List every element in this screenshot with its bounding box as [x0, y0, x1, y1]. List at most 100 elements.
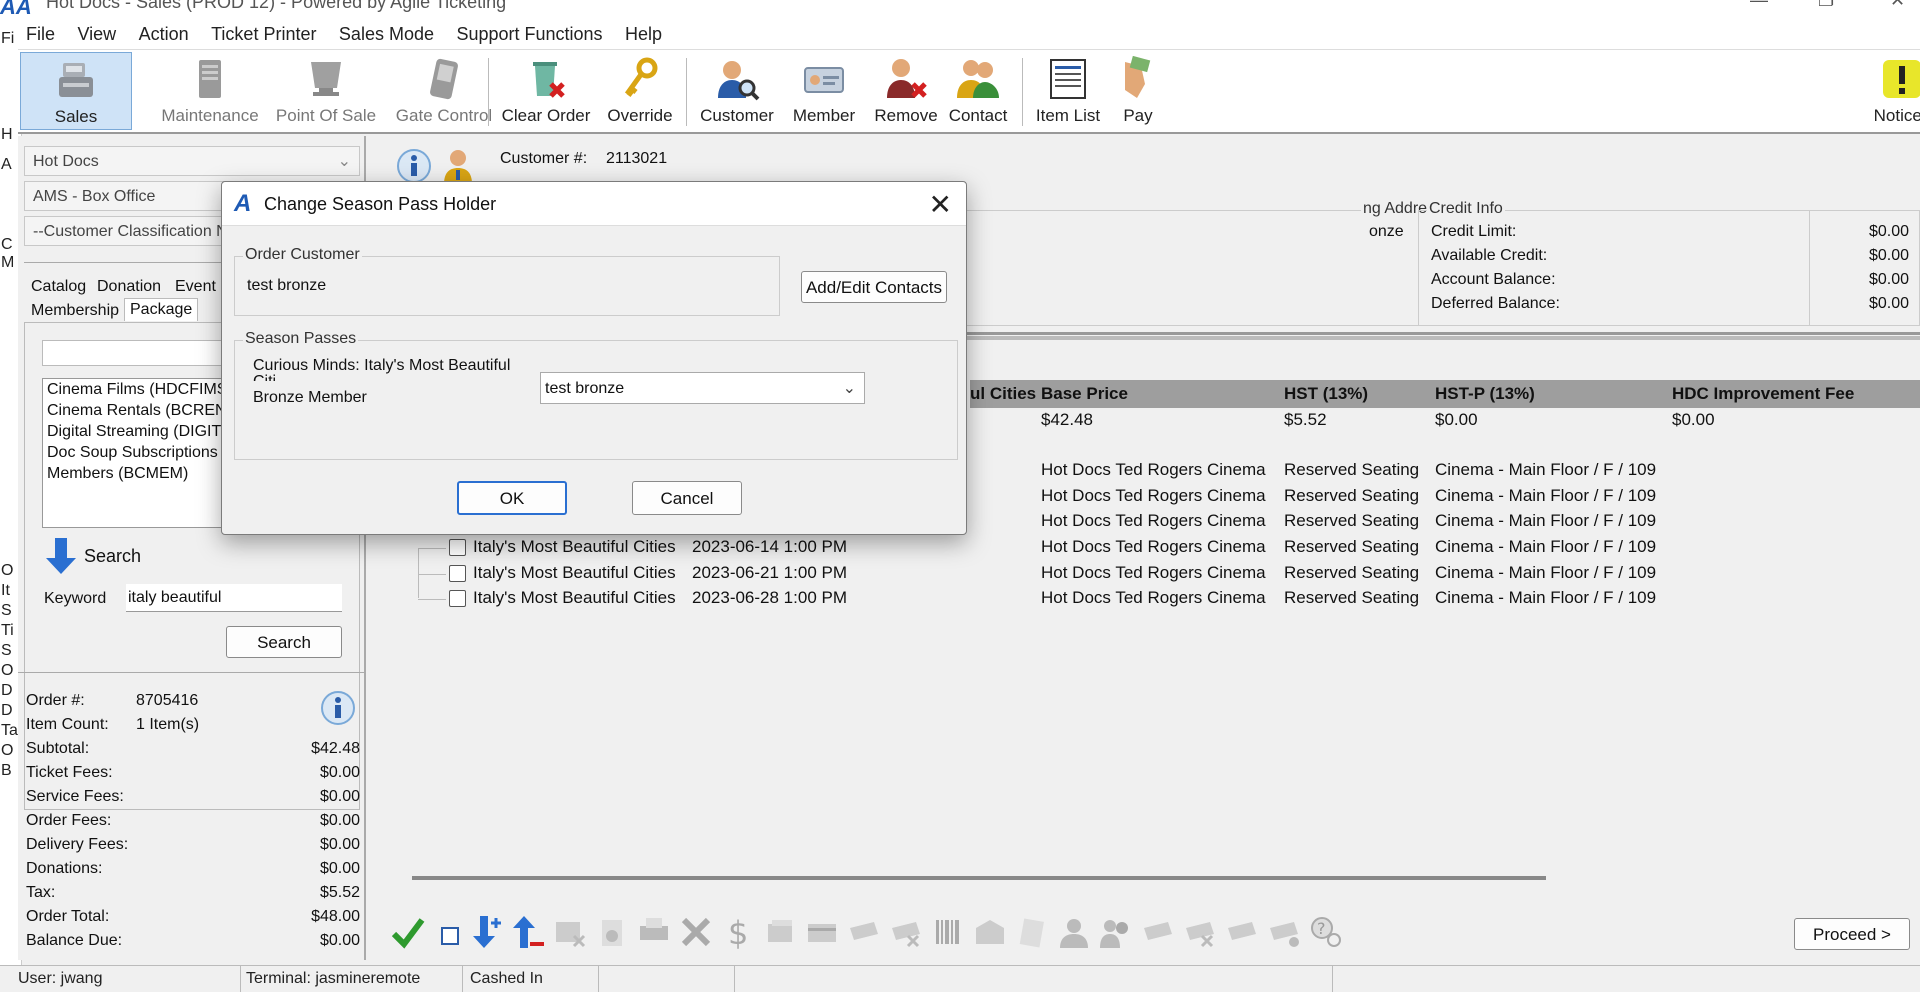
menu-sales-mode[interactable]: Sales Mode — [331, 18, 444, 45]
ok-button[interactable]: OK — [457, 481, 567, 515]
summary-row: Tax: $5.52 — [26, 884, 360, 902]
col-header-base-price: Base Price — [1041, 384, 1128, 403]
summary-row: Item Count: 1 Item(s) — [26, 716, 360, 734]
pass-holder-select[interactable]: test bronze ⌄ — [540, 372, 865, 404]
svg-text:?: ? — [1317, 919, 1326, 938]
cell-seating-type: Reserved Seating — [1284, 588, 1420, 607]
summary-row: Order #: 8705416 — [26, 692, 360, 710]
notices-button[interactable]: Notices — [1864, 52, 1920, 130]
organization-select[interactable]: Hot Docs ⌄ — [24, 146, 360, 176]
card-icon[interactable] — [804, 914, 840, 950]
minimize-icon[interactable]: — — [1750, 0, 1768, 11]
mailing-name: onze — [1369, 223, 1404, 240]
print-icon[interactable] — [636, 914, 672, 950]
delete-x-icon[interactable] — [678, 914, 714, 950]
users-icon[interactable] — [1098, 914, 1134, 950]
menu-support-functions[interactable]: Support Functions — [448, 18, 612, 45]
maximize-icon[interactable]: ❐ — [1818, 0, 1834, 11]
pay-button[interactable]: Pay — [1108, 52, 1168, 130]
customer-info-icon[interactable] — [396, 148, 432, 184]
proceed-button[interactable]: Proceed > — [1794, 918, 1910, 950]
search-button[interactable]: Search — [226, 626, 342, 658]
row-checkbox[interactable] — [449, 539, 466, 556]
credit-row: Available Credit: $0.00 — [1431, 247, 1909, 265]
add-down-arrow-icon[interactable] — [470, 914, 506, 950]
item-list-button[interactable]: Item List — [1028, 52, 1108, 130]
checkbox-icon[interactable] — [432, 914, 468, 950]
search-heading: Search — [84, 546, 142, 566]
user-icon[interactable] — [1056, 914, 1092, 950]
summary-label: Ticket Fees: — [26, 764, 113, 781]
status-bar: User: jwang Terminal: jasmineremote Cash… — [0, 965, 1920, 992]
tab-event[interactable]: Event — [170, 276, 221, 298]
row-checkbox[interactable] — [449, 590, 466, 607]
menu-action[interactable]: Action — [131, 18, 199, 45]
remove-button[interactable]: Remove — [866, 52, 946, 130]
summary-row: Donations: $0.00 — [26, 860, 360, 878]
summary-label: Delivery Fees: — [26, 836, 129, 853]
summary-row: Subtotal: $42.48 — [26, 740, 360, 758]
ticket-exchange-icon[interactable] — [1224, 914, 1260, 950]
contact-button[interactable]: Contact — [940, 52, 1016, 130]
remove-up-arrow-icon[interactable] — [510, 914, 546, 950]
summary-label: Subtotal: — [26, 740, 90, 757]
cart-grid-header: ul Cities Base Price HST (13%) HST-P (13… — [970, 380, 1920, 408]
dollar-icon[interactable]: $ — [720, 914, 756, 950]
menu-help[interactable]: Help — [617, 18, 672, 45]
override-button[interactable]: Override — [602, 52, 678, 130]
app-logo: AA — [0, 0, 32, 18]
member-card-icon — [804, 67, 844, 93]
clear-order-button[interactable]: Clear Order — [496, 52, 596, 130]
background-window-letter: H — [1, 126, 13, 143]
scroll-icon[interactable] — [1014, 914, 1050, 950]
background-window-letter: D — [1, 702, 13, 719]
menu-ticket-printer[interactable]: Ticket Printer — [203, 18, 326, 45]
ticket-stack-icon[interactable] — [762, 914, 798, 950]
window-close-icon[interactable]: ✕ — [1890, 0, 1905, 11]
menu-view[interactable]: View — [69, 18, 126, 45]
add-edit-contacts-button[interactable]: Add/Edit Contacts — [801, 271, 947, 303]
status-divider — [598, 966, 599, 992]
customer-number: 2113021 — [606, 150, 668, 167]
row-checkbox[interactable] — [449, 564, 466, 582]
ticket-void-icon[interactable] — [888, 914, 924, 950]
summary-value: $0.00 — [319, 860, 360, 877]
credit-row: Credit Limit: $0.00 — [1431, 223, 1909, 241]
envelope-icon[interactable] — [972, 914, 1008, 950]
ticket-edit-icon[interactable] — [1140, 914, 1176, 950]
gate-control-button[interactable]: Gate Control — [374, 52, 514, 130]
contacts-icon — [957, 60, 999, 98]
chevron-down-icon: ⌄ — [337, 153, 351, 170]
credit-value: $0.00 — [1868, 271, 1909, 288]
tab-membership[interactable]: Membership — [26, 300, 125, 322]
remove-user-icon — [887, 59, 927, 98]
checkmark-icon[interactable] — [390, 914, 426, 950]
ticket-x-icon[interactable] — [552, 914, 588, 950]
dialog-close-icon[interactable]: ✕ — [929, 188, 952, 221]
help-search-icon[interactable]: ? — [1308, 914, 1344, 950]
sales-button[interactable]: Sales — [20, 52, 132, 130]
background-window-letter: S — [1, 642, 12, 659]
ticket-cancel-icon[interactable] — [1182, 914, 1218, 950]
keyword-input[interactable]: italy beautiful — [126, 584, 342, 612]
summary-row: Balance Due: $0.00 — [26, 932, 360, 950]
horizontal-scrollbar[interactable] — [412, 876, 1546, 880]
tab-catalog[interactable]: Catalog — [26, 276, 92, 298]
ticket-refund-icon[interactable] — [1266, 914, 1302, 950]
credit-label: Account Balance: — [1431, 271, 1556, 288]
member-button[interactable]: Member — [786, 52, 862, 130]
dialog-app-icon: A — [234, 190, 252, 217]
background-window-letter: D — [1, 682, 13, 699]
background-window-letter: Ti — [1, 622, 14, 639]
info-doc-icon[interactable] — [594, 914, 630, 950]
customer-button[interactable]: Customer — [694, 52, 780, 130]
ticket-icon[interactable] — [846, 914, 882, 950]
barcode-icon[interactable] — [930, 914, 966, 950]
menu-file[interactable]: File — [18, 18, 65, 45]
cell-venue: Hot Docs Ted Rogers Cinema — [1041, 460, 1266, 479]
tab-donation[interactable]: Donation — [92, 276, 167, 298]
cancel-button[interactable]: Cancel — [632, 481, 742, 515]
tab-package[interactable]: Package — [124, 298, 199, 321]
cell-seat: Cinema - Main Floor / F / 109 — [1435, 460, 1657, 479]
dialog-title-bar: A Change Season Pass Holder ✕ — [222, 182, 966, 226]
